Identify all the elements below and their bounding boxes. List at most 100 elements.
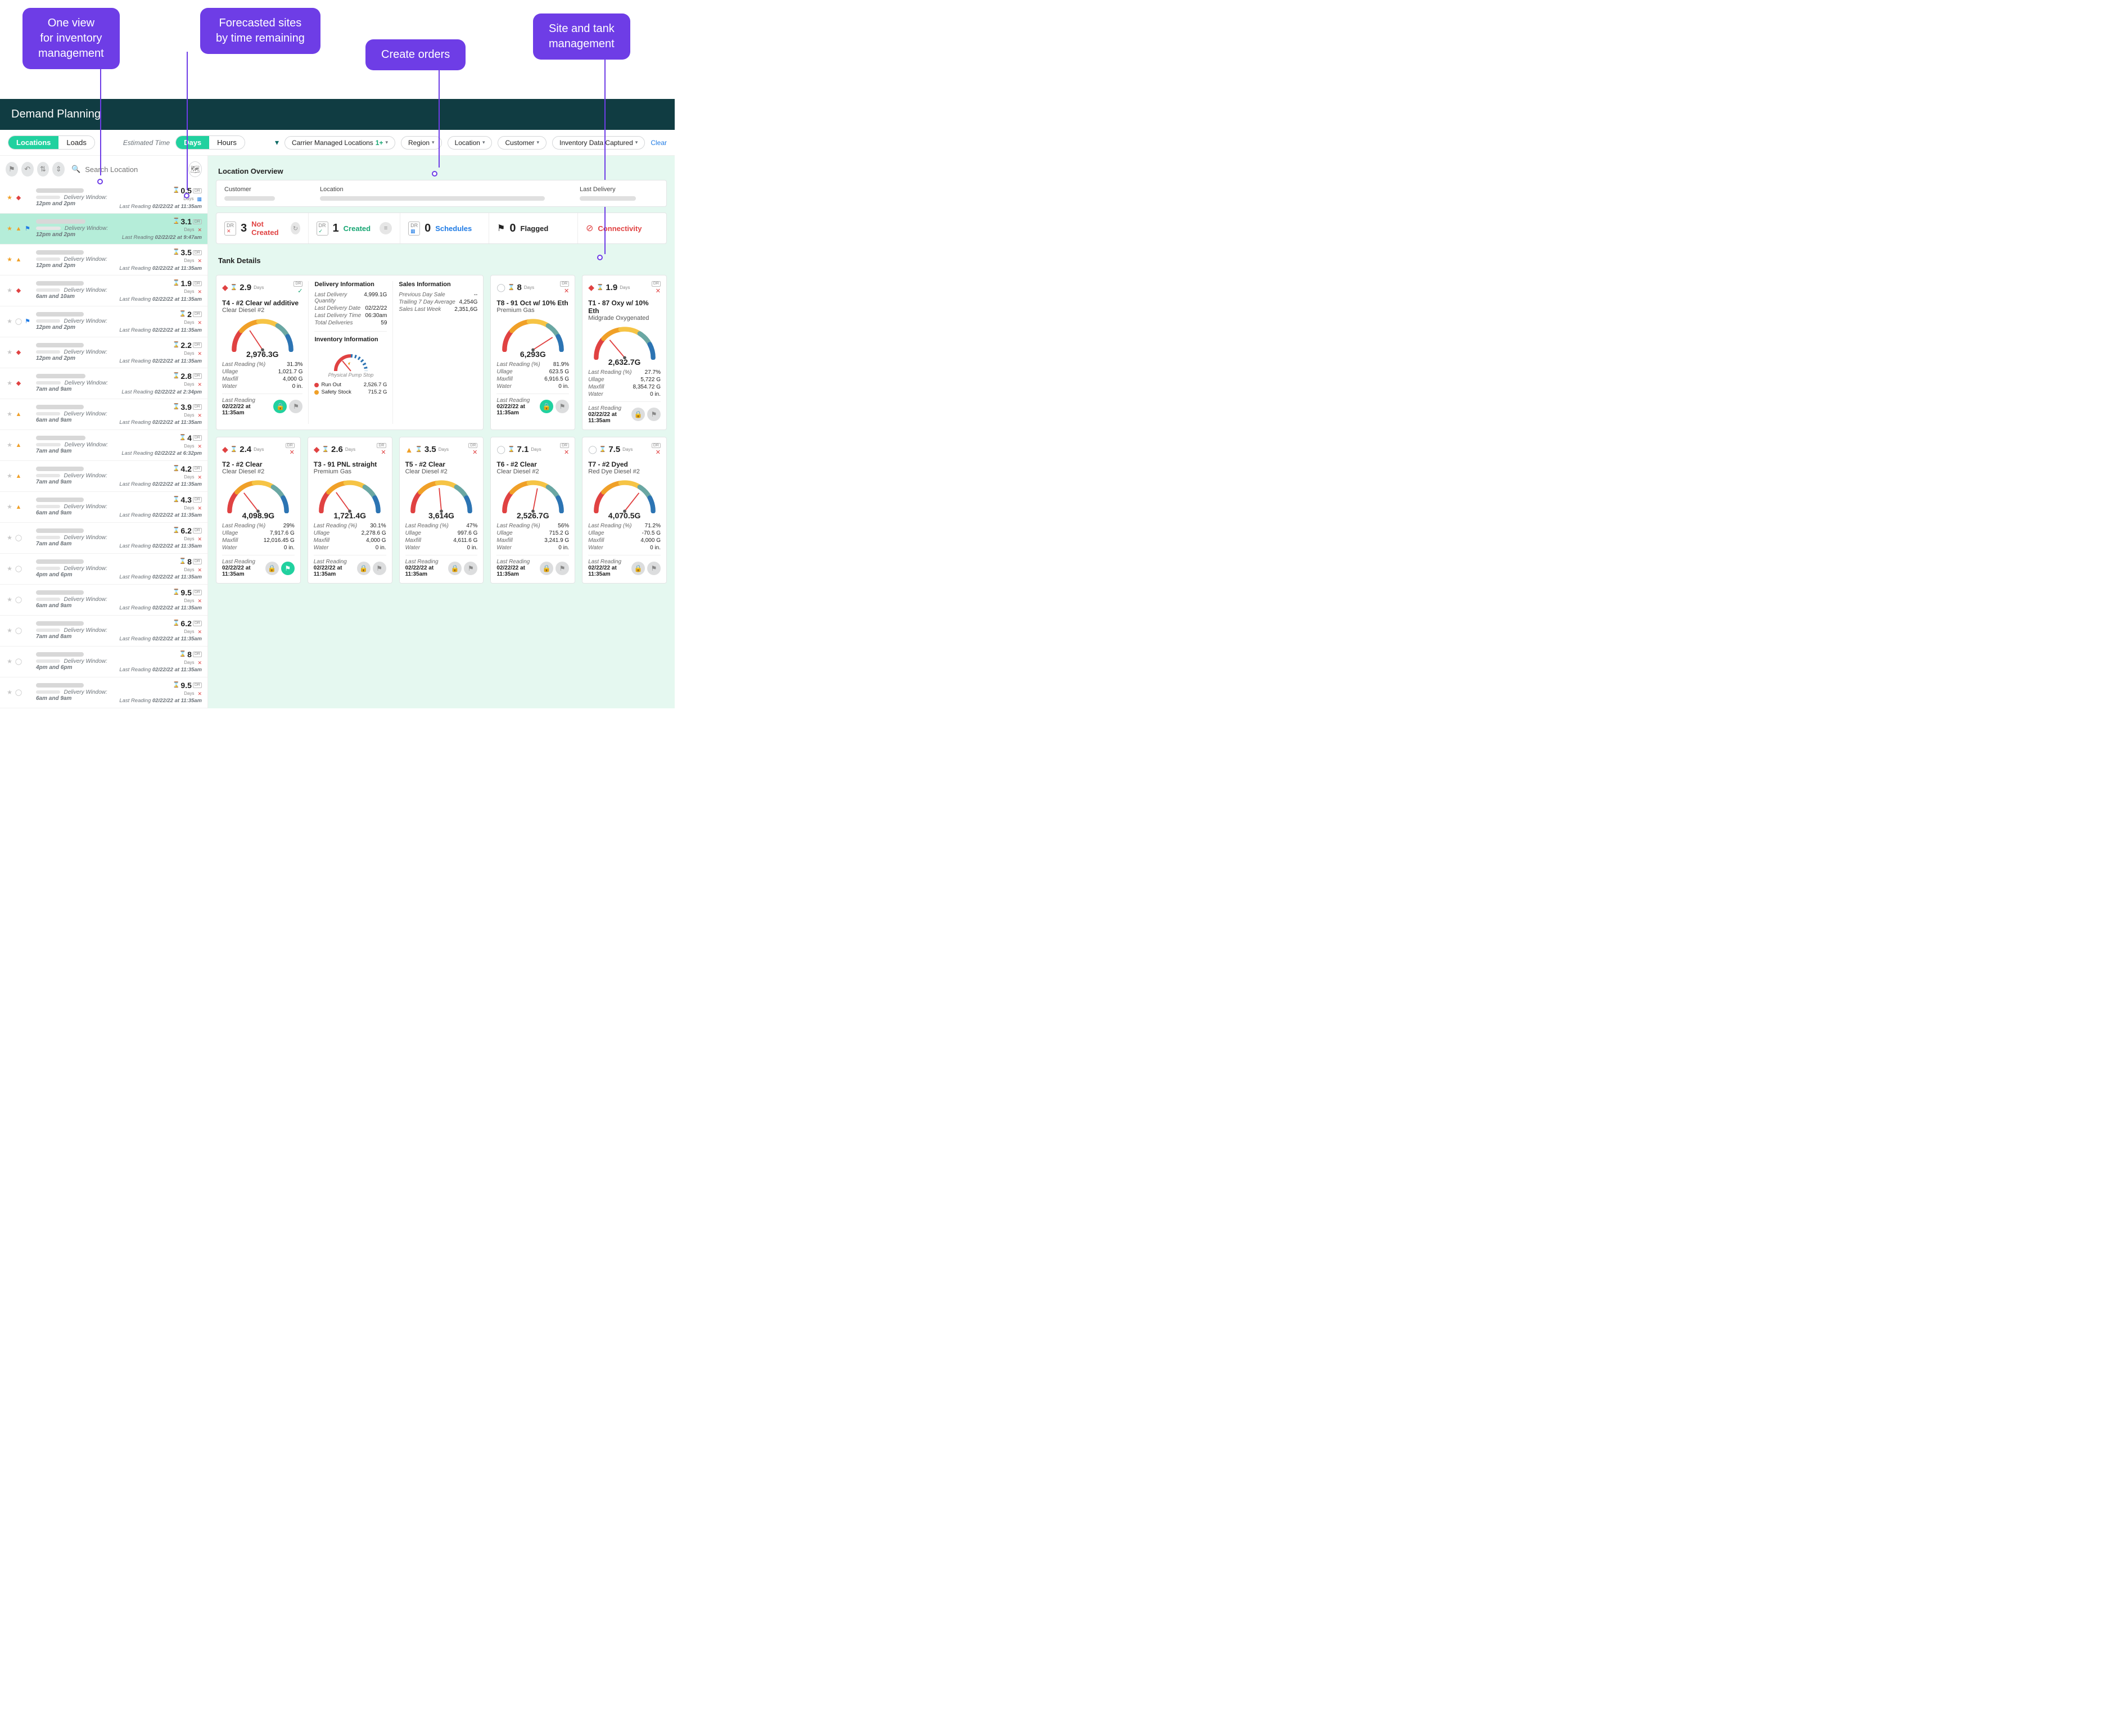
tank-card-t7[interactable]: ◯ ⌛ 7.5Days DR✕ T7 - #2 Dyed Red Dye Die… bbox=[582, 437, 667, 584]
filter-customer[interactable]: Customer▾ bbox=[498, 136, 547, 150]
list-icon[interactable]: ≡ bbox=[380, 222, 392, 234]
app-title-bar: Demand Planning bbox=[0, 99, 675, 130]
location-row[interactable]: ★◯ Delivery Window: 4pm and 6pm ⌛ 8 DR D… bbox=[0, 554, 207, 585]
app-title: Demand Planning bbox=[11, 108, 101, 120]
tank-title: T7 - #2 Dyed bbox=[588, 460, 661, 468]
lock-button[interactable]: 🔒 bbox=[273, 400, 287, 413]
tank-card-t5[interactable]: ▲ ⌛ 3.5Days DR✕ T5 - #2 Clear Clear Dies… bbox=[399, 437, 484, 584]
location-name-placeholder bbox=[36, 559, 84, 564]
filter-region[interactable]: Region▾ bbox=[401, 136, 442, 150]
location-row[interactable]: ★▲ Delivery Window: 6am and 9am ⌛ 3.9 DR… bbox=[0, 399, 207, 430]
lock-button[interactable]: 🔒 bbox=[631, 408, 645, 421]
filter-location[interactable]: Location▾ bbox=[448, 136, 493, 150]
status-created[interactable]: DR✓ 1 Created ≡ bbox=[309, 213, 401, 243]
annot-forecast: Forecasted sites by time remaining bbox=[200, 8, 320, 54]
tank-card-t3[interactable]: ◆ ⌛ 2.6Days DR✕ T3 - 91 PNL straight Pre… bbox=[308, 437, 392, 584]
location-row[interactable]: ★◯ Delivery Window: 4pm and 6pm ⌛ 8 DR D… bbox=[0, 647, 207, 677]
flag-tool-icon[interactable]: ⚑ bbox=[6, 162, 18, 177]
status-connectivity[interactable]: ⊘ Connectivity bbox=[578, 213, 666, 243]
tab-loads[interactable]: Loads bbox=[58, 136, 94, 149]
refresh-icon[interactable]: ↻ bbox=[291, 222, 300, 234]
location-row[interactable]: ★▲ Delivery Window: 12pm and 2pm ⌛ 3.5 D… bbox=[0, 245, 207, 275]
expand-tool-icon[interactable]: ⇕ bbox=[52, 162, 65, 177]
graystar-icon: ★ bbox=[6, 379, 13, 387]
tank-card-t4[interactable]: ◆ ⌛ 2.9Days DR✓ T4 - #2 Clear w/ additiv… bbox=[216, 275, 484, 430]
location-row[interactable]: ★▲ Delivery Window: 7am and 9am ⌛ 4 DR D… bbox=[0, 430, 207, 461]
flag-button[interactable]: ⚑ bbox=[373, 562, 386, 575]
dr-badge-icon: DR✕ bbox=[224, 221, 236, 236]
location-row[interactable]: ★▲ Delivery Window: 7am and 9am ⌛ 4.2 DR… bbox=[0, 461, 207, 492]
filter-carrier[interactable]: Carrier Managed Locations 1+ ▾ bbox=[284, 136, 395, 150]
tank-gauge: 3,614G bbox=[405, 480, 478, 520]
chevron-down-icon: ▾ bbox=[385, 139, 388, 146]
graystar-icon: ★ bbox=[6, 658, 13, 666]
flag-button[interactable]: ⚑ bbox=[289, 400, 302, 413]
hourglass-icon: ⌛ bbox=[173, 280, 179, 287]
location-row[interactable]: ★▲ Delivery Window: 6am and 9am ⌛ 4.3 DR… bbox=[0, 492, 207, 523]
annot-dot-3 bbox=[432, 171, 437, 177]
location-name-placeholder bbox=[36, 312, 84, 317]
circ-icon: ◯ bbox=[15, 689, 22, 697]
hourglass-icon: ⌛ bbox=[599, 446, 606, 453]
flag-button[interactable]: ⚑ bbox=[464, 562, 477, 575]
flag-button[interactable]: ⚑ bbox=[556, 400, 569, 413]
status-not-created[interactable]: DR✕ 3 Not Created ↻ bbox=[216, 213, 309, 243]
lock-button[interactable]: 🔒 bbox=[631, 562, 645, 575]
location-row[interactable]: ★▲⚑ Delivery Window: 12pm and 2pm ⌛ 3.1 … bbox=[0, 214, 207, 245]
tank-card-t8[interactable]: ◯ ⌛ 8Days DR✕ T8 - 91 Oct w/ 10% Eth Pre… bbox=[490, 275, 575, 430]
status-flagged[interactable]: ⚑ 0 Flagged bbox=[489, 213, 578, 243]
inventory-mini-gauge: Physical Pump Stop bbox=[314, 350, 387, 378]
location-row[interactable]: ★◯ Delivery Window: 6am and 9am ⌛ 9.5 DR… bbox=[0, 585, 207, 616]
lock-button[interactable]: 🔒 bbox=[357, 562, 371, 575]
tab-hours[interactable]: Hours bbox=[209, 136, 245, 149]
tab-locations[interactable]: Locations bbox=[8, 136, 58, 149]
flag-button[interactable]: ⚑ bbox=[556, 562, 569, 575]
tank-gauge: 2,976.3G bbox=[222, 318, 302, 359]
dr-chip: DR bbox=[193, 621, 202, 626]
tank-card-t6[interactable]: ◯ ⌛ 7.1Days DR✕ T6 - #2 Clear Clear Dies… bbox=[490, 437, 575, 584]
overview-title: Location Overview bbox=[216, 162, 667, 180]
sort-tool-icon[interactable]: ⇅ bbox=[37, 162, 49, 177]
lock-button[interactable]: 🔒 bbox=[540, 562, 553, 575]
flag-icon: ⚑ bbox=[24, 225, 31, 233]
map-view-icon[interactable]: 🗺 bbox=[188, 161, 202, 177]
tank-title: T8 - 91 Oct w/ 10% Eth bbox=[496, 299, 569, 307]
tank-title: T4 - #2 Clear w/ additive bbox=[222, 299, 302, 307]
flag-button[interactable]: ⚑ bbox=[647, 562, 661, 575]
location-row[interactable]: ★◆ Delivery Window: 12pm and 2pm ⌛ 2.2 D… bbox=[0, 337, 207, 368]
hourglass-icon: ⌛ bbox=[173, 404, 179, 410]
tab-days[interactable]: Days bbox=[176, 136, 209, 149]
location-row[interactable]: ★◆ Delivery Window: 12pm and 2pm ⌛ 0.5 D… bbox=[0, 183, 207, 214]
lock-button[interactable]: 🔒 bbox=[265, 562, 279, 575]
circ-icon: ◯ bbox=[15, 596, 22, 604]
undo-tool-icon[interactable]: ↶ bbox=[21, 162, 34, 177]
graystar-icon: ★ bbox=[6, 472, 13, 480]
tank-card-t1[interactable]: ◆ ⌛ 1.9Days DR✕ T1 - 87 Oxy w/ 10% Eth M… bbox=[582, 275, 667, 430]
search-input[interactable] bbox=[84, 165, 185, 174]
location-row[interactable]: ★◯ Delivery Window: 7am and 8am ⌛ 6.2 DR… bbox=[0, 523, 207, 554]
locations-list: ★◆ Delivery Window: 12pm and 2pm ⌛ 0.5 D… bbox=[0, 183, 207, 708]
location-name-placeholder bbox=[36, 652, 84, 657]
hourglass-icon: ⌛ bbox=[173, 249, 179, 256]
filter-icon[interactable]: ▾ bbox=[275, 138, 279, 147]
lock-button[interactable]: 🔒 bbox=[540, 400, 553, 413]
location-name-placeholder bbox=[36, 219, 85, 224]
filter-inventory[interactable]: Inventory Data Captured▾ bbox=[552, 136, 645, 150]
location-row[interactable]: ★◯ Delivery Window: 7am and 8am ⌛ 6.2 DR… bbox=[0, 616, 207, 647]
lock-button[interactable]: 🔒 bbox=[448, 562, 462, 575]
graystar-icon: ★ bbox=[6, 441, 13, 449]
flag-button[interactable]: ⚑ bbox=[647, 408, 661, 421]
tank-subtitle: Red Dye Diesel #2 bbox=[588, 468, 661, 475]
dr-chip: DR bbox=[193, 373, 202, 379]
dr-badge-icon: DR✓ bbox=[317, 221, 328, 236]
tank-card-t2[interactable]: ◆ ⌛ 2.4Days DR✕ T2 - #2 Clear Clear Dies… bbox=[216, 437, 301, 584]
flag-button[interactable]: ⚑ bbox=[281, 562, 295, 575]
clear-filters-link[interactable]: Clear bbox=[651, 139, 667, 147]
location-row[interactable]: ★◆ Delivery Window: 6am and 10am ⌛ 1.9 D… bbox=[0, 275, 207, 306]
status-icon: ▲ bbox=[405, 445, 413, 454]
status-schedules[interactable]: DR▦ 0 Schedules bbox=[400, 213, 489, 243]
hourglass-icon: ⌛ bbox=[173, 465, 179, 472]
location-row[interactable]: ★◯⚑ Delivery Window: 12pm and 2pm ⌛ 2 DR… bbox=[0, 306, 207, 337]
location-row[interactable]: ★◯ Delivery Window: 6am and 9am ⌛ 9.5 DR… bbox=[0, 677, 207, 708]
location-row[interactable]: ★◆ Delivery Window: 7am and 9am ⌛ 2.8 DR… bbox=[0, 368, 207, 399]
